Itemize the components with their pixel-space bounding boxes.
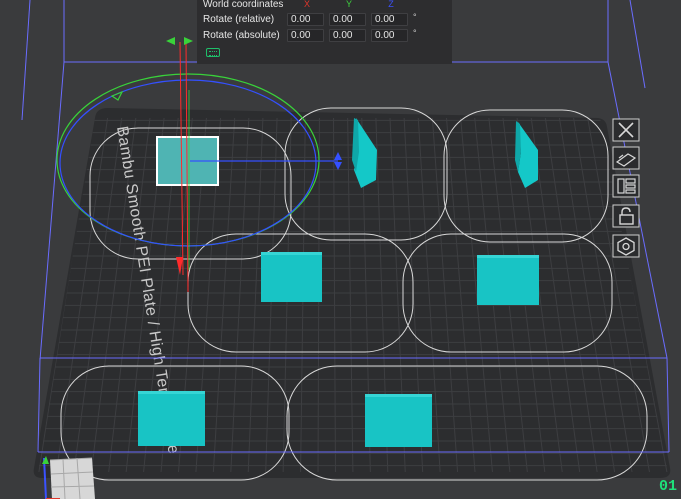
object-cube-6[interactable]: [138, 391, 205, 446]
gizmo-grabber-top[interactable]: [166, 37, 193, 45]
settings-icon[interactable]: [610, 233, 646, 261]
axis-label-z: Z: [388, 0, 394, 9]
rotate-absolute-z-field[interactable]: 0.00: [371, 29, 408, 42]
3d-viewport[interactable]: Bambu Smooth PEI Plate / High Temp Plate: [0, 0, 681, 499]
rotate-relative-unit: °: [413, 12, 417, 22]
axis-label-x: X: [303, 0, 310, 9]
rotate-absolute-label: Rotate (absolute): [203, 30, 280, 41]
rotate-absolute-y-field[interactable]: 0.00: [329, 29, 366, 42]
lock-icon[interactable]: [610, 203, 646, 231]
object-cube-4[interactable]: [261, 252, 322, 302]
object-cube-7[interactable]: [365, 394, 432, 447]
gizmo-grabber-left[interactable]: [110, 90, 124, 101]
object-cube-5[interactable]: [477, 255, 539, 305]
rotate-relative-label: Rotate (relative): [203, 14, 275, 25]
plate-index-label: 01: [659, 478, 678, 495]
rotate-absolute-unit: °: [413, 28, 417, 38]
arrange-icon[interactable]: [610, 173, 646, 201]
world-coordinates-label: World coordinates: [203, 0, 284, 10]
rotate-absolute-x-field[interactable]: 0.00: [287, 29, 324, 42]
close-icon[interactable]: [610, 117, 646, 145]
auto-orient-icon[interactable]: [610, 145, 646, 173]
axis-label-y: Y: [345, 0, 352, 9]
rotate-relative-z-field[interactable]: 0.00: [371, 13, 408, 26]
rotate-relative-x-field[interactable]: 0.00: [287, 13, 324, 26]
rotate-relative-y-field[interactable]: 0.00: [329, 13, 366, 26]
plate-toolbar: [610, 117, 646, 261]
rotate-panel: World coordinates X Y Z Rotate (relative…: [197, 0, 452, 64]
panel-collapse-icon[interactable]: [206, 48, 220, 57]
